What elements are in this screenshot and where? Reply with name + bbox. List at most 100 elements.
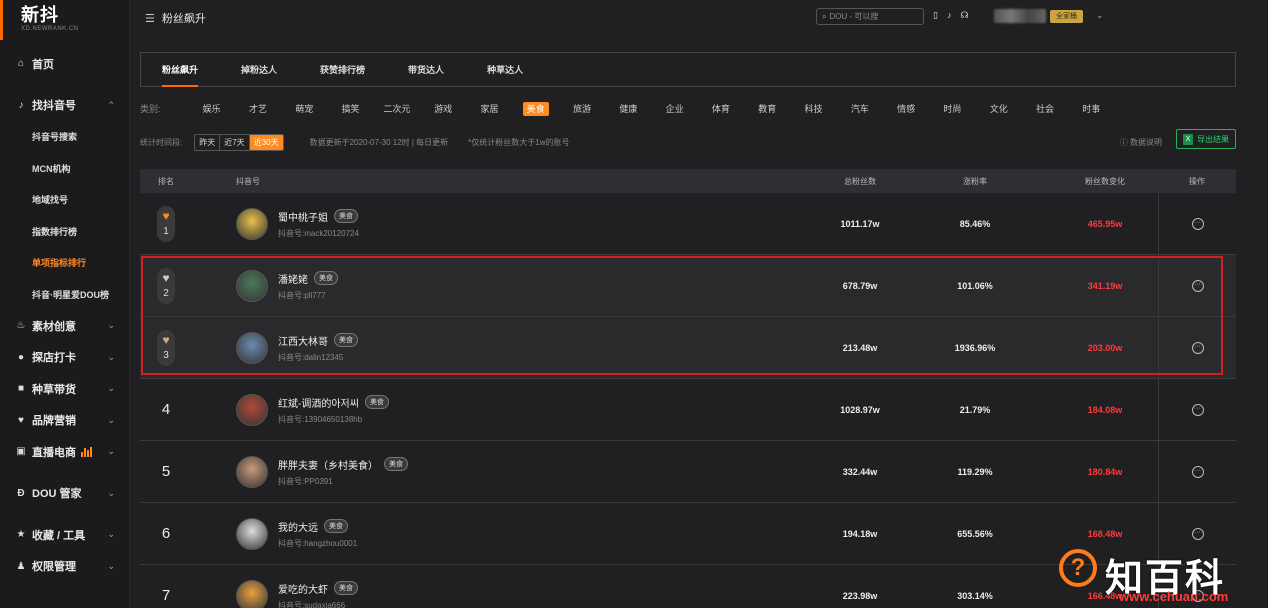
sidebar-subitem-search[interactable]: 抖音号搜索 — [0, 121, 129, 153]
logo[interactable]: 新抖 XD.NEWRANK.CN — [0, 0, 129, 40]
menu-icon[interactable]: ☰ — [145, 12, 155, 25]
tiktok-icon[interactable]: ♪ — [947, 10, 952, 21]
account-name-line: 我的大远 美食 — [278, 519, 357, 534]
table-row[interactable]: ♥ 1 蜀中桃子姐 美食 抖音号:mack20120724 1011.17w 8… — [140, 193, 1236, 255]
export-button[interactable]: X 导出结果 — [1176, 129, 1236, 149]
category-item[interactable]: 二次元 — [374, 102, 420, 115]
header-change[interactable]: 粉丝数变化 — [1045, 176, 1165, 187]
sidebar-subitem-star-dou[interactable]: 抖音·明星爱DOU榜 — [0, 279, 129, 311]
category-item[interactable]: 搞笑 — [327, 102, 373, 115]
time-option-yesterday[interactable]: 昨天 — [195, 135, 221, 150]
sidebar-item-live[interactable]: ▣ 直播电商 ⌄ — [0, 436, 129, 468]
category-item[interactable]: 时事 — [1068, 102, 1114, 115]
table-row[interactable]: 5 胖胖夫妻（乡村美食） 美食 抖音号:PP0391 332.44w 119.2… — [140, 441, 1236, 503]
headset-icon[interactable]: ☊ — [960, 10, 968, 21]
account-name[interactable]: 胖胖夫妻（乡村美食） — [278, 457, 378, 472]
sidebar-item-find[interactable]: ♪ 找抖音号 ⌃ — [0, 90, 129, 122]
account-cell[interactable]: 蜀中桃子姐 美食 抖音号:mack20120724 — [236, 193, 359, 254]
sidebar-item-goods[interactable]: ■ 种草带货 ⌄ — [0, 373, 129, 405]
category-item[interactable]: 家居 — [466, 102, 512, 115]
category-item[interactable]: 社会 — [1022, 102, 1068, 115]
category-item[interactable]: 科技 — [790, 102, 836, 115]
more-icon[interactable]: ··· — [1191, 217, 1204, 230]
category-item[interactable]: 企业 — [651, 102, 697, 115]
tab-seed-talent[interactable]: 种草达人 — [487, 63, 523, 76]
op-cell: ··· — [1158, 379, 1236, 440]
rank-number: 7 — [161, 587, 171, 604]
table-row[interactable]: 4 红斌-调酒的아저씨 美食 抖音号:13904650138hb 1028.97… — [140, 379, 1236, 441]
tab-fans-rise[interactable]: 粉丝飙升 — [162, 63, 199, 87]
time-option-30days[interactable]: 近30天 — [249, 135, 283, 150]
account-name[interactable]: 红斌-调酒的아저씨 — [278, 395, 359, 410]
more-icon[interactable]: ··· — [1191, 527, 1204, 540]
sidebar-subitem-region[interactable]: 地域找号 — [0, 184, 129, 216]
account-id: 抖音号:mack20120724 — [278, 228, 359, 238]
category-item[interactable]: 汽车 — [837, 102, 883, 115]
sidebar-subitem-index-rank[interactable]: 指数排行榜 — [0, 216, 129, 248]
sidebar-item-home[interactable]: ⌂ 首页 — [0, 48, 129, 80]
avatar[interactable] — [236, 393, 268, 426]
time-option-7days[interactable]: 近7天 — [220, 135, 250, 150]
category-item[interactable]: 文化 — [976, 102, 1022, 115]
data-help-link[interactable]: ⓘ 数据说明 — [1120, 137, 1162, 148]
app-root: 新抖 XD.NEWRANK.CN ⌂ 首页 ♪ 找抖音号 ⌃ 抖音号搜索 MCN… — [0, 0, 1268, 608]
sidebar-item-label: 找抖音号 — [32, 100, 76, 113]
avatar[interactable] — [236, 579, 268, 608]
category-item[interactable]: 游戏 — [420, 102, 466, 115]
more-icon[interactable]: ··· — [1191, 279, 1204, 292]
sidebar-item-brand[interactable]: ♥ 品牌营销 ⌄ — [0, 405, 129, 437]
phone-icon[interactable]: ▯ — [933, 10, 938, 21]
fans-cell: 1028.97w — [840, 404, 880, 415]
category-item[interactable]: 时尚 — [929, 102, 975, 115]
header-fans[interactable]: 总粉丝数 — [800, 176, 920, 187]
chevron-down-icon[interactable]: ⌄ — [1096, 10, 1104, 21]
account-cell[interactable]: 胖胖夫妻（乡村美食） 美食 抖音号:PP0391 — [236, 441, 408, 502]
account-cell[interactable]: 江西大林哥 美食 抖音号:dalin12345 — [236, 317, 358, 378]
fans-cell: 678.79w — [842, 280, 878, 291]
avatar[interactable] — [236, 269, 268, 302]
category-item[interactable]: 娱乐 — [189, 102, 235, 115]
more-icon[interactable]: ··· — [1191, 403, 1204, 416]
avatar[interactable] — [236, 455, 268, 488]
avatar[interactable] — [236, 517, 268, 550]
search-input[interactable]: ⌕ DOU - 可以搜 — [816, 8, 924, 25]
sidebar-subitem-single-rank[interactable]: 单项指标排行 — [0, 247, 129, 279]
category-item[interactable]: 情感 — [883, 102, 929, 115]
account-cell[interactable]: 我的大远 美食 抖音号:hangzhou0001 — [236, 503, 357, 564]
account-cell[interactable]: 红斌-调酒的아저씨 美食 抖音号:13904650138hb — [236, 379, 389, 440]
account-name[interactable]: 我的大远 — [278, 519, 318, 534]
more-icon[interactable]: ··· — [1191, 341, 1204, 354]
sidebar-item-label: 种草带货 — [32, 383, 76, 396]
more-icon[interactable]: ··· — [1191, 465, 1204, 478]
account-name[interactable]: 潘姥姥 — [278, 271, 308, 286]
sidebar-item-dou-manager[interactable]: Ð DOU 管家 ⌄ — [0, 478, 129, 510]
account-id: 抖音号:hangzhou0001 — [278, 538, 358, 548]
sidebar-item-shop-visit[interactable]: ● 探店打卡 ⌄ — [0, 342, 129, 374]
sidebar-item-favorites[interactable]: ★ 收藏 / 工具 ⌄ — [0, 519, 129, 551]
category-item[interactable]: 健康 — [605, 102, 651, 115]
sidebar-item-permission[interactable]: ♟ 权限管理 ⌄ — [0, 551, 129, 583]
account-name[interactable]: 江西大林哥 — [278, 333, 328, 348]
avatar[interactable] — [994, 9, 1046, 23]
category-item-active[interactable]: 美食 — [513, 102, 559, 116]
account-cell[interactable]: 爱吃的大虾 美食 抖音号:sudaxia666 — [236, 565, 358, 608]
header-rate[interactable]: 涨粉率 — [915, 176, 1035, 187]
account-name[interactable]: 爱吃的大虾 — [278, 581, 328, 596]
account-name[interactable]: 蜀中桃子姐 — [278, 209, 328, 224]
category-item[interactable]: 教育 — [744, 102, 790, 115]
sidebar-subitem-mcn[interactable]: MCN机构 — [0, 153, 129, 185]
account-cell[interactable]: 潘姥姥 美食 抖音号:pll777 — [236, 255, 338, 316]
category-item[interactable]: 萌宠 — [281, 102, 327, 115]
table-row[interactable]: ♥ 2 潘姥姥 美食 抖音号:pll777 678.79w 101.06% 34… — [140, 255, 1236, 317]
tab-likes-rank[interactable]: 获赞排行榜 — [320, 63, 365, 76]
tab-goods-talent[interactable]: 带货达人 — [408, 63, 444, 76]
table-row[interactable]: ♥ 3 江西大林哥 美食 抖音号:dalin12345 213.48w 1936… — [140, 317, 1236, 379]
category-item[interactable]: 旅游 — [559, 102, 605, 115]
avatar[interactable] — [236, 207, 268, 240]
tab-fans-drop[interactable]: 掉粉达人 — [241, 63, 277, 76]
rank-number: 6 — [161, 525, 171, 542]
sidebar-item-material[interactable]: ♨ 素材创意 ⌄ — [0, 310, 129, 342]
category-item[interactable]: 才艺 — [235, 102, 281, 115]
avatar[interactable] — [236, 331, 268, 364]
category-item[interactable]: 体育 — [698, 102, 744, 115]
